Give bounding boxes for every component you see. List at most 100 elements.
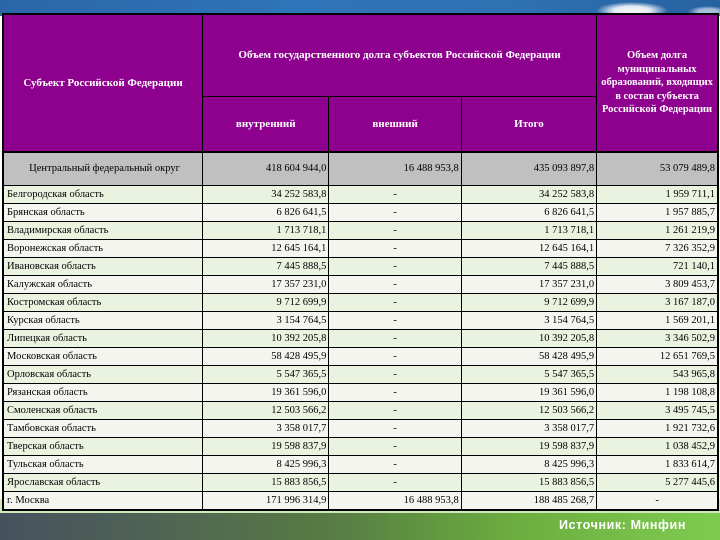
region-name-cell: Центральный федеральный округ — [2, 151, 204, 186]
region-name-cell: Тульская область — [2, 455, 204, 474]
internal-value-cell: 12 503 566,2 — [202, 401, 330, 420]
total-value-cell: 3 154 764,5 — [460, 311, 598, 330]
municipal-value-cell: 3 346 502,9 — [596, 329, 719, 348]
municipal-value-cell: 1 198 108,8 — [596, 383, 719, 402]
external-value-cell: - — [328, 329, 462, 348]
municipal-value-cell: 5 277 445,6 — [596, 473, 719, 492]
internal-value-cell: 34 252 583,8 — [202, 185, 330, 204]
total-value-cell: 17 357 231,0 — [460, 275, 598, 294]
table-row: Брянская область 6 826 641,5-6 826 641,5 1… — [2, 203, 719, 222]
total-value-cell: 58 428 495,9 — [460, 347, 598, 366]
table-body: Центральный федеральный округ 418 604 944… — [2, 151, 719, 511]
municipal-value-cell: 721 140,1 — [596, 257, 719, 276]
municipal-value-cell: 1 038 452,9 — [596, 437, 719, 456]
external-value-cell: 16 488 953,8 — [328, 151, 462, 186]
internal-value-cell: 10 392 205,8 — [202, 329, 330, 348]
external-value-cell: - — [328, 311, 462, 330]
region-name-cell: Брянская область — [2, 203, 204, 222]
external-value-cell: - — [328, 365, 462, 384]
table-row: Ивановская область 7 445 888,5-7 445 888,… — [2, 257, 719, 276]
table-row: Смоленская область 12 503 566,2-12 503 56… — [2, 401, 719, 420]
external-value-cell: - — [328, 203, 462, 222]
source-note: Источник: Минфин — [558, 518, 686, 532]
municipal-value-cell: 53 079 489,8 — [596, 151, 719, 186]
table-row: Белгородская область 34 252 583,8-34 252 … — [2, 185, 719, 204]
external-value-cell: - — [328, 383, 462, 402]
external-value-cell: - — [328, 293, 462, 312]
internal-value-cell: 3 358 017,7 — [202, 419, 330, 438]
municipal-value-cell: 3 167 187,0 — [596, 293, 719, 312]
municipal-value-cell: 1 957 885,7 — [596, 203, 719, 222]
total-value-cell: 34 252 583,8 — [460, 185, 598, 204]
municipal-value-cell: 3 809 453,7 — [596, 275, 719, 294]
header-state-debt-group: Объем государственного долга субъектов Р… — [202, 13, 598, 97]
table-row: Липецкая область 10 392 205,8-10 392 205,… — [2, 329, 719, 348]
municipal-value-cell: 1 921 732,6 — [596, 419, 719, 438]
header-municipal-debt: Объем долга муниципальных образований, в… — [596, 13, 719, 153]
district-total-row: Центральный федеральный округ 418 604 944… — [2, 151, 719, 186]
table-row: Курская область 3 154 764,5-3 154 764,5 1 … — [2, 311, 719, 330]
total-value-cell: 8 425 996,3 — [460, 455, 598, 474]
header-subject: Субъект Российской Федерации — [2, 13, 204, 153]
external-value-cell: - — [328, 275, 462, 294]
table-row: Ярославская область 15 883 856,5-15 883 8… — [2, 473, 719, 492]
table-row: Московская область 58 428 495,9-58 428 49… — [2, 347, 719, 366]
external-value-cell: - — [328, 473, 462, 492]
external-value-cell: - — [328, 185, 462, 204]
table-header: Субъект Российской Федерации Объем госуд… — [2, 13, 719, 153]
region-name-cell: Калужская область — [2, 275, 204, 294]
total-value-cell: 188 485 268,7 — [460, 491, 598, 511]
header-internal: внутренний — [202, 95, 330, 153]
internal-value-cell: 6 826 641,5 — [202, 203, 330, 222]
internal-value-cell: 58 428 495,9 — [202, 347, 330, 366]
total-value-cell: 9 712 699,9 — [460, 293, 598, 312]
municipal-value-cell: 1 833 614,7 — [596, 455, 719, 474]
external-value-cell: - — [328, 221, 462, 240]
table-row: Тульская область 8 425 996,3-8 425 996,3 1… — [2, 455, 719, 474]
region-name-cell: Владимирская область — [2, 221, 204, 240]
table-row: Калужская область 17 357 231,0-17 357 231… — [2, 275, 719, 294]
table-row: г. Москва 171 996 314,9 16 488 953,8 188 48… — [2, 491, 719, 511]
region-name-cell: Орловская область — [2, 365, 204, 384]
region-name-cell: Костромская область — [2, 293, 204, 312]
internal-value-cell: 171 996 314,9 — [202, 491, 330, 511]
table-row: Воронежская область 12 645 164,1-12 645 1… — [2, 239, 719, 258]
external-value-cell: - — [328, 419, 462, 438]
table-row: Рязанская область 19 361 596,0-19 361 596… — [2, 383, 719, 402]
total-value-cell: 15 883 856,5 — [460, 473, 598, 492]
municipal-value-cell: 543 965,8 — [596, 365, 719, 384]
region-name-cell: Московская область — [2, 347, 204, 366]
region-name-cell: Курская область — [2, 311, 204, 330]
municipal-value-cell: 7 326 352,9 — [596, 239, 719, 258]
region-name-cell: Белгородская область — [2, 185, 204, 204]
municipal-value-cell: 1 569 201,1 — [596, 311, 719, 330]
table-row: Орловская область 5 547 365,5-5 547 365,5… — [2, 365, 719, 384]
municipal-value-cell: - — [596, 491, 719, 511]
external-value-cell: - — [328, 455, 462, 474]
total-value-cell: 6 826 641,5 — [460, 203, 598, 222]
region-name-cell: Тамбовская область — [2, 419, 204, 438]
internal-value-cell: 418 604 944,0 — [202, 151, 330, 186]
total-value-cell: 5 547 365,5 — [460, 365, 598, 384]
debt-table: Субъект Российской Федерации Объем госуд… — [2, 13, 719, 511]
municipal-value-cell: 1 261 219,9 — [596, 221, 719, 240]
header-external: внешний — [328, 95, 462, 153]
internal-value-cell: 17 357 231,0 — [202, 275, 330, 294]
table-row: Владимирская область 1 713 718,1-1 713 71… — [2, 221, 719, 240]
region-name-cell: Ивановская область — [2, 257, 204, 276]
municipal-value-cell: 1 959 711,1 — [596, 185, 719, 204]
internal-value-cell: 9 712 699,9 — [202, 293, 330, 312]
external-value-cell: - — [328, 257, 462, 276]
total-value-cell: 435 093 897,8 — [460, 151, 598, 186]
internal-value-cell: 15 883 856,5 — [202, 473, 330, 492]
total-value-cell: 10 392 205,8 — [460, 329, 598, 348]
footer-band: Источник: Минфин — [0, 513, 720, 540]
total-value-cell: 1 713 718,1 — [460, 221, 598, 240]
region-name-cell: Смоленская область — [2, 401, 204, 420]
total-value-cell: 12 645 164,1 — [460, 239, 598, 258]
external-value-cell: - — [328, 437, 462, 456]
total-value-cell: 3 358 017,7 — [460, 419, 598, 438]
total-value-cell: 19 598 837,9 — [460, 437, 598, 456]
external-value-cell: 16 488 953,8 — [328, 491, 462, 511]
region-name-cell: Рязанская область — [2, 383, 204, 402]
